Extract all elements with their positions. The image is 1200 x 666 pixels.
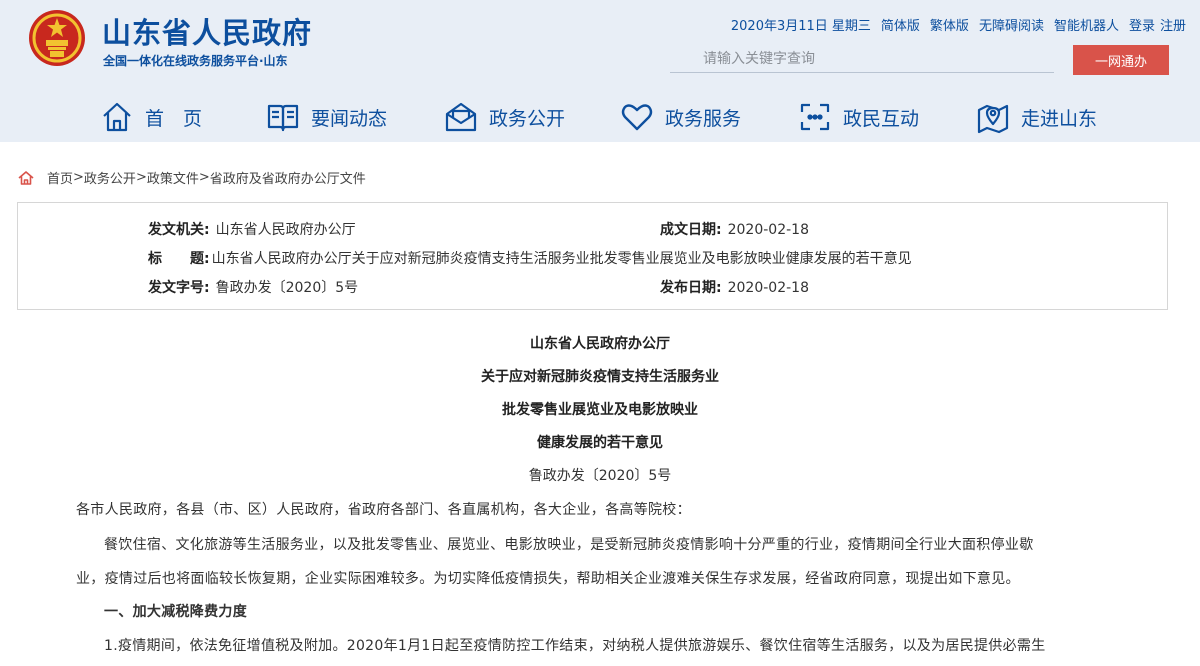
meta-title: 标 题: 山东省人民政府办公厅关于应对新冠肺炎疫情支持生活服务业批发零售业展览业及…: [148, 248, 912, 268]
nav-label: 要闻动态: [311, 107, 388, 130]
article-paragraph: 餐饮住宿、文化旅游等生活服务业，以及批发零售业、展览业、电影放映业，是受新冠肺炎…: [104, 537, 1034, 553]
breadcrumb-home[interactable]: 首页: [47, 168, 73, 187]
meta-docno: 发文字号: 鲁政办发〔2020〕5号: [148, 277, 358, 297]
chat-icon: [800, 103, 830, 131]
meta-issuer-value: 山东省人民政府办公厅: [215, 222, 356, 238]
top-links: 2020年3月11日 星期三 简体版 繁体版 无障碍阅读 智能机器人 登录 注册: [731, 15, 1186, 34]
meta-published: 发布日期: 2020-02-18: [660, 277, 809, 297]
article-paragraph: 业，疫情过后也将面临较长恢复期，企业实际困难较多。为切实降低疫情损失，帮助相关企…: [76, 571, 1020, 587]
yiwang-button[interactable]: 一网通办: [1073, 45, 1169, 75]
nav-label: 政民互动: [843, 107, 920, 130]
article-heading-line: 批发零售业展览业及电影放映业: [502, 402, 698, 418]
home-icon[interactable]: [18, 170, 34, 186]
nav-label: 走进山东: [1021, 107, 1098, 130]
location-icon: [977, 104, 1009, 134]
meta-published-label: 发布日期:: [660, 280, 722, 296]
article-heading-line: 山东省人民政府办公厅: [530, 336, 670, 352]
mail-icon: [445, 102, 477, 132]
meta-created: 成文日期: 2020-02-18: [660, 219, 809, 239]
current-date: 2020年3月11日 星期三: [730, 19, 871, 34]
nav-item-interaction[interactable]: 政民互动: [798, 97, 919, 137]
link-robot[interactable]: 智能机器人: [1054, 15, 1119, 34]
link-simplified[interactable]: 简体版: [881, 15, 920, 34]
nav-label: 首 页: [145, 107, 203, 130]
link-login[interactable]: 登录: [1129, 15, 1155, 34]
nav-item-shandong[interactable]: 走进山东: [976, 97, 1097, 137]
home-icon: [103, 102, 131, 132]
nav-label: 政务公开: [489, 107, 566, 130]
meta-issuer-label: 发文机关:: [148, 222, 210, 238]
link-traditional[interactable]: 繁体版: [930, 15, 969, 34]
site-title[interactable]: 山东省人民政府: [102, 10, 312, 52]
article-section-heading: 一、加大减税降费力度: [104, 604, 247, 620]
article-heading-line: 关于应对新冠肺炎疫情支持生活服务业: [481, 369, 719, 385]
meta-issuer: 发文机关: 山东省人民政府办公厅: [148, 219, 356, 239]
meta-published-value: 2020-02-18: [727, 280, 809, 296]
article-paragraph: 1.疫情期间，依法免征增值税及附加。2020年1月1日起至疫情防控工作结束，对纳…: [104, 638, 1046, 654]
meta-created-value: 2020-02-18: [727, 222, 809, 238]
nav-item-open-affairs[interactable]: 政务公开: [444, 97, 565, 137]
document-meta-box: 发文机关: 山东省人民政府办公厅 成文日期: 2020-02-18 标 题: 山东省人…: [17, 202, 1168, 310]
breadcrumb-policy-files[interactable]: 政策文件: [147, 168, 199, 187]
heart-icon: [621, 104, 653, 131]
link-register[interactable]: 注册: [1160, 15, 1186, 34]
breadcrumb: 首页 > 政务公开 > 政策文件 > 省政府及省政府办公厅文件: [18, 168, 366, 187]
book-icon: [267, 104, 299, 132]
article-addressee: 各市人民政府，各县（市、区）人民政府，省政府各部门、各直属机构，各大企业，各高等…: [76, 502, 691, 518]
meta-docno-value: 鲁政办发〔2020〕5号: [215, 280, 359, 296]
meta-docno-label: 发文字号:: [148, 280, 210, 296]
nav-label: 政务服务: [665, 107, 742, 130]
breadcrumb-open-affairs[interactable]: 政务公开: [84, 168, 136, 187]
link-accessible[interactable]: 无障碍阅读: [979, 15, 1044, 34]
search-input[interactable]: [670, 45, 1054, 73]
site-header: 山东省人民政府 全国一体化在线政务服务平台·山东 2020年3月11日 星期三 …: [0, 0, 1200, 142]
nav-item-news[interactable]: 要闻动态: [266, 97, 387, 137]
national-emblem-icon[interactable]: [28, 9, 86, 67]
breadcrumb-provincial-files[interactable]: 省政府及省政府办公厅文件: [210, 168, 366, 187]
meta-created-label: 成文日期:: [660, 222, 722, 238]
meta-title-label: 标 题:: [148, 251, 210, 267]
nav-item-home[interactable]: 首 页: [100, 97, 202, 137]
meta-title-value: 山东省人民政府办公厅关于应对新冠肺炎疫情支持生活服务业批发零售业展览业及电影放映…: [211, 251, 912, 267]
site-subtitle[interactable]: 全国一体化在线政务服务平台·山东: [103, 52, 288, 69]
article-doc-number: 鲁政办发〔2020〕5号: [528, 468, 672, 484]
nav-item-services[interactable]: 政务服务: [620, 97, 741, 137]
article-heading-line: 健康发展的若干意见: [537, 435, 663, 451]
